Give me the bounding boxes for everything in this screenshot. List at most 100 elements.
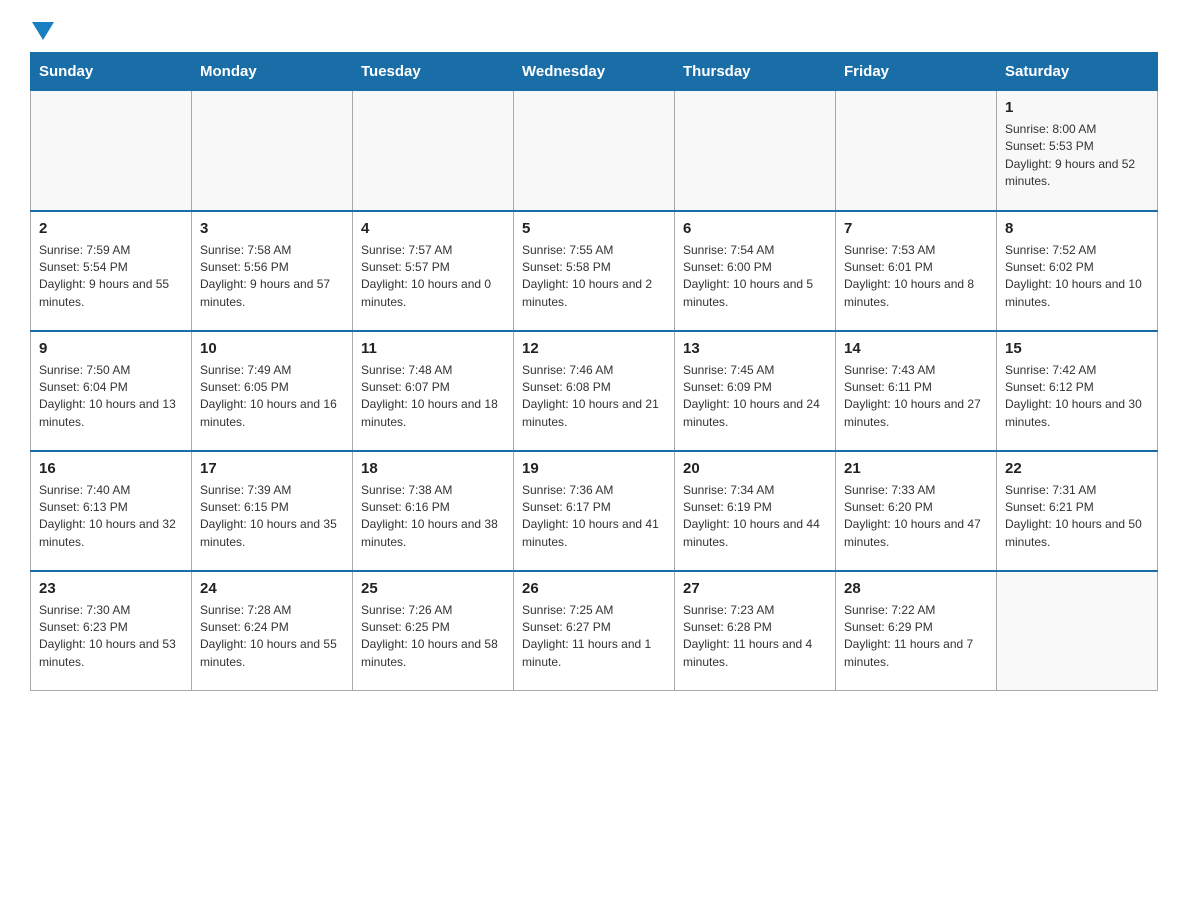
calendar-cell bbox=[192, 91, 353, 211]
day-info: Sunrise: 7:46 AM Sunset: 6:08 PM Dayligh… bbox=[522, 362, 666, 432]
day-number: 1 bbox=[1005, 97, 1149, 118]
weekday-header-friday: Friday bbox=[836, 53, 997, 91]
day-number: 3 bbox=[200, 218, 344, 239]
day-number: 21 bbox=[844, 458, 988, 479]
weekday-header-thursday: Thursday bbox=[675, 53, 836, 91]
calendar-header-row: SundayMondayTuesdayWednesdayThursdayFrid… bbox=[31, 53, 1158, 91]
day-info: Sunrise: 7:39 AM Sunset: 6:15 PM Dayligh… bbox=[200, 482, 344, 552]
day-info: Sunrise: 7:36 AM Sunset: 6:17 PM Dayligh… bbox=[522, 482, 666, 552]
day-info: Sunrise: 7:55 AM Sunset: 5:58 PM Dayligh… bbox=[522, 242, 666, 312]
day-number: 6 bbox=[683, 218, 827, 239]
day-info: Sunrise: 8:00 AM Sunset: 5:53 PM Dayligh… bbox=[1005, 121, 1149, 191]
day-number: 11 bbox=[361, 338, 505, 359]
day-number: 9 bbox=[39, 338, 183, 359]
day-number: 22 bbox=[1005, 458, 1149, 479]
day-info: Sunrise: 7:49 AM Sunset: 6:05 PM Dayligh… bbox=[200, 362, 344, 432]
calendar-cell: 1 Sunrise: 8:00 AM Sunset: 5:53 PM Daylig… bbox=[997, 91, 1158, 211]
calendar-cell bbox=[675, 91, 836, 211]
day-info: Sunrise: 7:52 AM Sunset: 6:02 PM Dayligh… bbox=[1005, 242, 1149, 312]
calendar-cell bbox=[353, 91, 514, 211]
calendar-cell: 19 Sunrise: 7:36 AM Sunset: 6:17 PM Dayli… bbox=[514, 451, 675, 571]
calendar-cell: 12 Sunrise: 7:46 AM Sunset: 6:08 PM Dayli… bbox=[514, 331, 675, 451]
day-info: Sunrise: 7:38 AM Sunset: 6:16 PM Dayligh… bbox=[361, 482, 505, 552]
calendar-cell: 9 Sunrise: 7:50 AM Sunset: 6:04 PM Daylig… bbox=[31, 331, 192, 451]
weekday-header-wednesday: Wednesday bbox=[514, 53, 675, 91]
weekday-header-sunday: Sunday bbox=[31, 53, 192, 91]
day-number: 16 bbox=[39, 458, 183, 479]
calendar-cell: 14Sunrise: 7:43 AM Sunset: 6:11 PM Dayli… bbox=[836, 331, 997, 451]
calendar-week-3: 9 Sunrise: 7:50 AM Sunset: 6:04 PM Daylig… bbox=[31, 331, 1158, 451]
day-info: Sunrise: 7:45 AM Sunset: 6:09 PM Dayligh… bbox=[683, 362, 827, 432]
day-number: 2 bbox=[39, 218, 183, 239]
day-info: Sunrise: 7:50 AM Sunset: 6:04 PM Dayligh… bbox=[39, 362, 183, 432]
day-number: 13 bbox=[683, 338, 827, 359]
day-number: 20 bbox=[683, 458, 827, 479]
calendar-cell: 2 Sunrise: 7:59 AM Sunset: 5:54 PM Daylig… bbox=[31, 211, 192, 331]
day-info: Sunrise: 7:30 AM Sunset: 6:23 PM Dayligh… bbox=[39, 602, 183, 672]
day-info: Sunrise: 7:34 AM Sunset: 6:19 PM Dayligh… bbox=[683, 482, 827, 552]
calendar-cell: 27 Sunrise: 7:23 AM Sunset: 6:28 PM Dayli… bbox=[675, 571, 836, 691]
day-info: Sunrise: 7:31 AM Sunset: 6:21 PM Dayligh… bbox=[1005, 482, 1149, 552]
calendar-cell: 21 Sunrise: 7:33 AM Sunset: 6:20 PM Dayli… bbox=[836, 451, 997, 571]
calendar-cell: 10 Sunrise: 7:49 AM Sunset: 6:05 PM Dayli… bbox=[192, 331, 353, 451]
day-number: 25 bbox=[361, 578, 505, 599]
day-info: Sunrise: 7:57 AM Sunset: 5:57 PM Dayligh… bbox=[361, 242, 505, 312]
calendar-cell: 17Sunrise: 7:39 AM Sunset: 6:15 PM Dayli… bbox=[192, 451, 353, 571]
calendar-cell: 22 Sunrise: 7:31 AM Sunset: 6:21 PM Dayli… bbox=[997, 451, 1158, 571]
day-info: Sunrise: 7:53 AM Sunset: 6:01 PM Dayligh… bbox=[844, 242, 988, 312]
calendar-cell: 13 Sunrise: 7:45 AM Sunset: 6:09 PM Dayli… bbox=[675, 331, 836, 451]
calendar-cell: 11 Sunrise: 7:48 AM Sunset: 6:07 PM Dayli… bbox=[353, 331, 514, 451]
day-info: Sunrise: 7:59 AM Sunset: 5:54 PM Dayligh… bbox=[39, 242, 183, 312]
calendar-table: SundayMondayTuesdayWednesdayThursdayFrid… bbox=[30, 52, 1158, 691]
weekday-header-monday: Monday bbox=[192, 53, 353, 91]
day-number: 23 bbox=[39, 578, 183, 599]
calendar-cell: 28Sunrise: 7:22 AM Sunset: 6:29 PM Dayli… bbox=[836, 571, 997, 691]
calendar-cell: 6 Sunrise: 7:54 AM Sunset: 6:00 PM Daylig… bbox=[675, 211, 836, 331]
page-header bbox=[30, 20, 1158, 42]
calendar-cell bbox=[31, 91, 192, 211]
day-info: Sunrise: 7:23 AM Sunset: 6:28 PM Dayligh… bbox=[683, 602, 827, 672]
day-info: Sunrise: 7:42 AM Sunset: 6:12 PM Dayligh… bbox=[1005, 362, 1149, 432]
day-info: Sunrise: 7:58 AM Sunset: 5:56 PM Dayligh… bbox=[200, 242, 344, 312]
calendar-cell: 3 Sunrise: 7:58 AM Sunset: 5:56 PM Daylig… bbox=[192, 211, 353, 331]
calendar-cell: 23 Sunrise: 7:30 AM Sunset: 6:23 PM Dayli… bbox=[31, 571, 192, 691]
day-number: 7 bbox=[844, 218, 988, 239]
calendar-week-1: 1 Sunrise: 8:00 AM Sunset: 5:53 PM Daylig… bbox=[31, 91, 1158, 211]
day-number: 12 bbox=[522, 338, 666, 359]
calendar-cell bbox=[514, 91, 675, 211]
day-info: Sunrise: 7:43 AM Sunset: 6:11 PM Dayligh… bbox=[844, 362, 988, 432]
day-number: 4 bbox=[361, 218, 505, 239]
calendar-cell bbox=[836, 91, 997, 211]
calendar-cell: 4 Sunrise: 7:57 AM Sunset: 5:57 PM Daylig… bbox=[353, 211, 514, 331]
day-info: Sunrise: 7:22 AM Sunset: 6:29 PM Dayligh… bbox=[844, 602, 988, 672]
day-info: Sunrise: 7:33 AM Sunset: 6:20 PM Dayligh… bbox=[844, 482, 988, 552]
calendar-week-5: 23 Sunrise: 7:30 AM Sunset: 6:23 PM Dayli… bbox=[31, 571, 1158, 691]
day-info: Sunrise: 7:54 AM Sunset: 6:00 PM Dayligh… bbox=[683, 242, 827, 312]
calendar-week-4: 16 Sunrise: 7:40 AM Sunset: 6:13 PM Dayli… bbox=[31, 451, 1158, 571]
logo-arrow-icon bbox=[32, 22, 54, 44]
day-number: 26 bbox=[522, 578, 666, 599]
day-info: Sunrise: 7:48 AM Sunset: 6:07 PM Dayligh… bbox=[361, 362, 505, 432]
calendar-cell: 18 Sunrise: 7:38 AM Sunset: 6:16 PM Dayli… bbox=[353, 451, 514, 571]
calendar-cell: 7 Sunrise: 7:53 AM Sunset: 6:01 PM Daylig… bbox=[836, 211, 997, 331]
day-number: 15 bbox=[1005, 338, 1149, 359]
calendar-cell: 25Sunrise: 7:26 AM Sunset: 6:25 PM Dayli… bbox=[353, 571, 514, 691]
calendar-cell: 20 Sunrise: 7:34 AM Sunset: 6:19 PM Dayli… bbox=[675, 451, 836, 571]
weekday-header-saturday: Saturday bbox=[997, 53, 1158, 91]
day-info: Sunrise: 7:40 AM Sunset: 6:13 PM Dayligh… bbox=[39, 482, 183, 552]
calendar-cell bbox=[997, 571, 1158, 691]
calendar-cell: 5 Sunrise: 7:55 AM Sunset: 5:58 PM Daylig… bbox=[514, 211, 675, 331]
calendar-cell: 15 Sunrise: 7:42 AM Sunset: 6:12 PM Dayli… bbox=[997, 331, 1158, 451]
day-number: 24 bbox=[200, 578, 344, 599]
day-number: 5 bbox=[522, 218, 666, 239]
logo bbox=[30, 20, 54, 42]
weekday-header-tuesday: Tuesday bbox=[353, 53, 514, 91]
day-number: 18 bbox=[361, 458, 505, 479]
day-number: 27 bbox=[683, 578, 827, 599]
day-number: 19 bbox=[522, 458, 666, 479]
calendar-cell: 24Sunrise: 7:28 AM Sunset: 6:24 PM Dayli… bbox=[192, 571, 353, 691]
calendar-cell: 16 Sunrise: 7:40 AM Sunset: 6:13 PM Dayli… bbox=[31, 451, 192, 571]
day-info: Sunrise: 7:25 AM Sunset: 6:27 PM Dayligh… bbox=[522, 602, 666, 672]
day-number: 8 bbox=[1005, 218, 1149, 239]
day-number: 10 bbox=[200, 338, 344, 359]
